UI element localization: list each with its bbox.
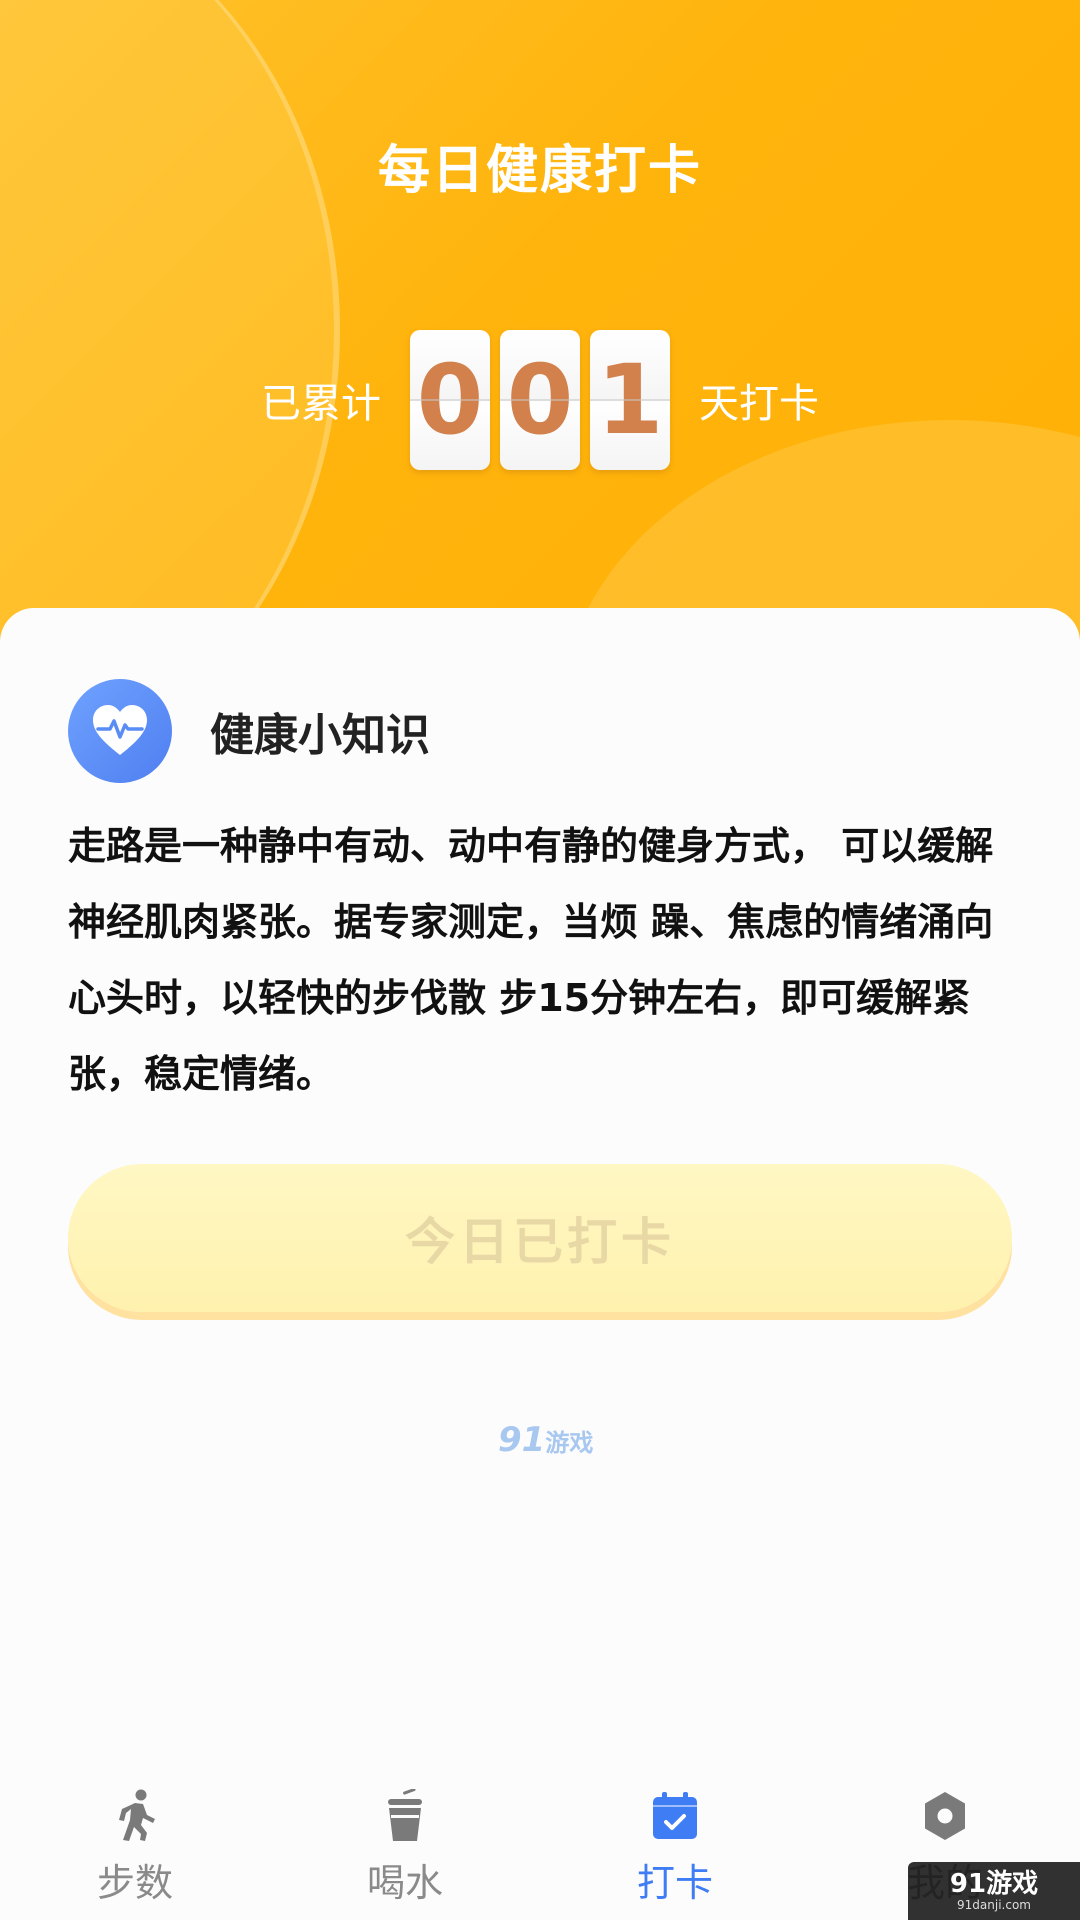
tips-title: 健康小知识	[210, 710, 430, 761]
settings-icon	[917, 1788, 973, 1844]
heart-pulse-icon	[68, 679, 172, 783]
counter-suffix: 天打卡	[699, 381, 819, 427]
walking-icon	[107, 1788, 163, 1844]
nav-label: 打卡	[636, 1861, 713, 1905]
checkin-counter: 已累计 0 0 1 天打卡	[0, 330, 1080, 470]
watermark-url: 91danji.com	[957, 1898, 1031, 1912]
counter-prefix: 已累计	[261, 381, 381, 427]
nav-label: 步数	[96, 1861, 173, 1905]
tips-header: 健康小知识	[68, 678, 430, 784]
digit-card: 0	[500, 330, 580, 470]
header-decoration	[0, 0, 340, 640]
digit: 0	[506, 344, 574, 456]
digit-card: 1	[590, 330, 670, 470]
digit-card: 0	[410, 330, 490, 470]
tips-text: 走路是一种静中有动、动中有静的健身方式， 可以缓解神经肌肉紧张。据专家测定，当烦…	[68, 824, 994, 1096]
header-banner: 每日健康打卡 已累计 0 0 1 天打卡	[0, 0, 1080, 640]
watermark-brand: 91游戏	[949, 1869, 1039, 1899]
checkin-button[interactable]: 今日已打卡	[68, 1164, 1012, 1312]
digit: 0	[416, 344, 484, 456]
cup-icon	[377, 1788, 433, 1844]
screen: 每日健康打卡 已累计 0 0 1 天打卡 健康小知识 走路是一种静中有动、动中有…	[0, 0, 1080, 1920]
page-title: 每日健康打卡	[377, 141, 702, 201]
watermark-number: 91	[498, 1420, 546, 1460]
watermark-text: 游戏	[545, 1429, 594, 1457]
nav-label: 喝水	[366, 1861, 443, 1905]
nav-item-water[interactable]: 喝水	[270, 1776, 540, 1920]
watermark-logo: 91 游戏	[498, 1420, 593, 1460]
digit: 1	[596, 344, 664, 456]
calendar-check-icon	[647, 1788, 703, 1844]
watermark-badge: 91游戏 91danji.com	[908, 1862, 1080, 1920]
nav-item-checkin[interactable]: 打卡	[540, 1776, 810, 1920]
nav-item-steps[interactable]: 步数	[0, 1776, 270, 1920]
content-card: 健康小知识 走路是一种静中有动、动中有静的健身方式， 可以缓解神经肌肉紧张。据专…	[0, 608, 1080, 1788]
